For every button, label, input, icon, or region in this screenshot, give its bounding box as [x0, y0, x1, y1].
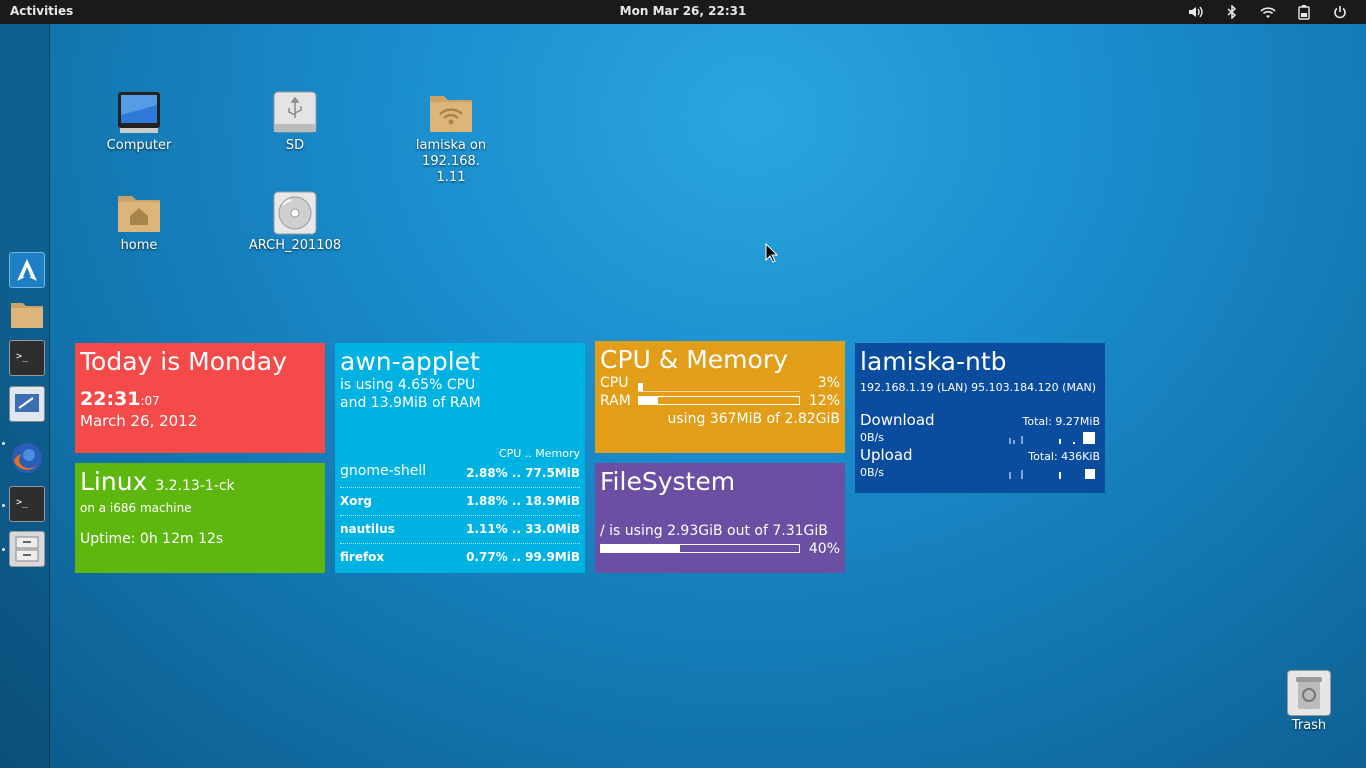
- running-indicator: [2, 548, 5, 551]
- dvd-icon: [272, 190, 318, 236]
- upload-rate: 0B/s: [860, 466, 884, 479]
- home-folder-icon: [116, 190, 162, 236]
- os-title: Linux 3.2.13-1-ck: [80, 467, 235, 501]
- net-hostname: lamiska-ntb: [860, 347, 1007, 376]
- process-name: gnome-shell: [340, 463, 427, 479]
- fs-title: FileSystem: [600, 467, 736, 496]
- running-indicator: [2, 504, 5, 507]
- desktop-icon-computer[interactable]: Computer: [74, 90, 204, 154]
- process-usage: 1.88% .. 18.9MiB: [466, 494, 580, 508]
- svg-text:>_: >_: [16, 497, 29, 508]
- network-tile: lamiska-ntb 192.168.1.19 (LAN) 95.103.18…: [855, 343, 1105, 493]
- desktop-icon-label-line2: 1.11: [436, 170, 466, 185]
- fs-usage: / is using 2.93GiB out of 7.31GiB: [600, 523, 828, 539]
- download-rate: 0B/s: [860, 431, 884, 444]
- process-row: firefox 0.77% .. 99.9MiB: [340, 544, 580, 572]
- download-label: Download: [860, 411, 935, 429]
- process-row: Xorg 1.88% .. 18.9MiB: [340, 488, 580, 516]
- os-name: Linux: [80, 467, 148, 496]
- process-name: Xorg: [340, 494, 373, 508]
- process-usage: 1.11% .. 33.0MiB: [466, 522, 580, 536]
- clock-label[interactable]: Mon Mar 26, 22:31: [620, 4, 747, 18]
- process-usage: 2.88% .. 77.5MiB: [466, 466, 580, 480]
- ram-value: 12%: [808, 393, 840, 409]
- time-seconds: :07: [140, 394, 160, 408]
- process-usage: 0.77% .. 99.9MiB: [466, 550, 580, 564]
- time-hours-minutes: 22:31: [80, 388, 141, 410]
- top-panel: Activities Mon Mar 26, 22:31: [0, 0, 1366, 24]
- process-name: nautilus: [340, 522, 395, 536]
- awn-title: awn-applet: [340, 347, 480, 376]
- desktop-icon-label: Computer: [106, 138, 172, 153]
- awn-cpu-line: is using 4.65% CPU: [340, 377, 476, 393]
- cpu-title: CPU & Memory: [600, 345, 788, 374]
- cpu-bar-fill: [638, 383, 643, 391]
- volume-icon[interactable]: [1178, 3, 1214, 21]
- power-icon[interactable]: [1322, 3, 1358, 21]
- arch-logo-icon[interactable]: [9, 252, 45, 288]
- clock: Mon Mar 26, 22:31: [0, 4, 1366, 18]
- upload-label: Upload: [860, 446, 913, 464]
- screenshot-icon[interactable]: [9, 386, 45, 422]
- desktop-icon-home[interactable]: home: [74, 190, 204, 254]
- computer-icon: [116, 90, 162, 136]
- ram-label: RAM: [600, 393, 631, 409]
- desktop-icon-label: home: [120, 238, 158, 253]
- firefox-icon[interactable]: [9, 440, 45, 476]
- ram-bar: [638, 396, 800, 405]
- date-tile: Today is Monday 22:31:07 March 26, 2012: [75, 343, 325, 453]
- desktop-icon-dvd[interactable]: ARCH_201108: [230, 190, 360, 254]
- cpu-bar: [638, 383, 800, 392]
- date-display: March 26, 2012: [80, 412, 198, 430]
- usb-drive-icon: [272, 90, 318, 136]
- desktop-icon-label: Trash: [1291, 718, 1327, 733]
- upload-graph: [1009, 469, 1095, 479]
- download-total: Total: 9.27MiB: [1022, 415, 1100, 428]
- fs-percent: 40%: [808, 541, 840, 557]
- kernel-version: 3.2.13-1-ck: [155, 478, 235, 494]
- process-name: firefox: [340, 550, 385, 564]
- desktop-icon-label: SD: [285, 138, 305, 153]
- net-ips: 192.168.1.19 (LAN) 95.103.184.120 (MAN): [860, 381, 1096, 394]
- upload-total: Total: 436KiB: [1028, 450, 1100, 463]
- desktop-icon-trash[interactable]: Trash: [1280, 670, 1338, 733]
- uptime: Uptime: 0h 12m 12s: [80, 531, 224, 547]
- file-cabinet-icon[interactable]: [9, 531, 45, 567]
- date-title: Today is Monday: [80, 347, 287, 376]
- memory-usage: using 367MiB of 2.82GiB: [667, 411, 840, 427]
- desktop-icon-sd[interactable]: SD: [230, 90, 360, 154]
- wifi-icon[interactable]: [1250, 3, 1286, 21]
- status-area: [1178, 3, 1358, 21]
- awn-ram-line: and 13.9MiB of RAM: [340, 395, 481, 411]
- network-folder-icon: [428, 90, 474, 136]
- time-display: 22:31:07: [80, 387, 160, 413]
- desktop-icon-network-share[interactable]: lamiska on 192.168. 1.11: [386, 90, 516, 186]
- filesystem-tile: FileSystem / is using 2.93GiB out of 7.3…: [595, 463, 845, 573]
- bluetooth-icon[interactable]: [1214, 3, 1250, 21]
- files-folder-icon[interactable]: [9, 296, 45, 332]
- dash: >_ >_: [0, 24, 50, 768]
- machine-info: on a i686 machine: [80, 501, 192, 515]
- battery-icon[interactable]: [1286, 3, 1322, 21]
- desktop-icon-label: ARCH_201108: [248, 238, 342, 253]
- process-row: gnome-shell 2.88% .. 77.5MiB: [340, 460, 580, 488]
- svg-text:>_: >_: [16, 351, 29, 362]
- trash-icon: [1287, 670, 1331, 716]
- mouse-pointer-icon: [765, 242, 779, 267]
- terminal-icon[interactable]: >_: [9, 340, 45, 376]
- cpu-value: 3%: [817, 375, 840, 391]
- download-graph: [1009, 432, 1095, 444]
- cpu-memory-tile: CPU & Memory CPU 3% RAM 12% using 367MiB…: [595, 341, 845, 453]
- desktop-icon-label: lamiska on 192.168.: [415, 138, 487, 169]
- terminal-icon[interactable]: >_: [9, 486, 45, 522]
- running-indicator: [2, 442, 5, 445]
- cpu-label: CPU: [600, 375, 629, 391]
- ram-bar-fill: [639, 397, 659, 404]
- linux-tile: Linux 3.2.13-1-ck on a i686 machine Upti…: [75, 463, 325, 573]
- process-row: nautilus 1.11% .. 33.0MiB: [340, 516, 580, 544]
- fs-bar-fill: [601, 545, 681, 552]
- awn-applet-tile: awn-applet is using 4.65% CPU and 13.9Mi…: [335, 343, 585, 573]
- fs-bar: [600, 544, 800, 553]
